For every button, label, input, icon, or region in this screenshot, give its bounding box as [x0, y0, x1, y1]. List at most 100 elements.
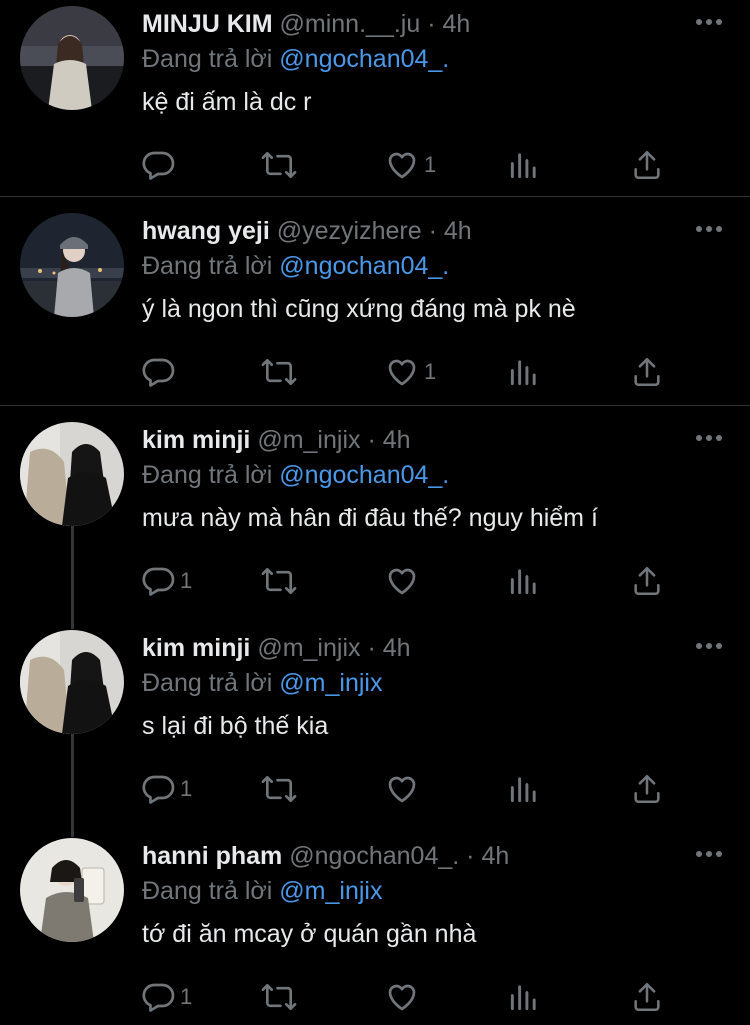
retweet-button[interactable] — [260, 769, 298, 809]
display-name[interactable]: MINJU KIM — [142, 10, 273, 38]
reply-button[interactable]: 1 — [140, 561, 192, 601]
display-name[interactable]: hwang yeji — [142, 217, 270, 245]
views-button[interactable] — [508, 352, 540, 392]
tweet[interactable]: hanni pham @ngochan04_. · 4h Đang trả lờ… — [0, 832, 750, 1025]
like-icon — [384, 563, 420, 599]
handle[interactable]: @minn.__.ju — [280, 10, 421, 38]
tweet[interactable]: kim minji @m_injix · 4h Đang trả lời @ng… — [0, 416, 750, 624]
reply-icon — [140, 147, 176, 183]
views-icon — [508, 771, 540, 807]
retweet-button[interactable] — [260, 977, 298, 1017]
retweet-icon — [260, 147, 298, 183]
reply-button[interactable]: 1 — [140, 977, 192, 1017]
like-button[interactable]: 1 — [384, 352, 436, 392]
tweet-text: kệ đi ấm là dc r — [142, 88, 312, 116]
views-icon — [508, 147, 540, 183]
mention-link[interactable]: @ngochan04_. — [279, 461, 449, 489]
timestamp[interactable]: 4h — [383, 634, 411, 662]
like-count: 1 — [424, 152, 437, 177]
handle[interactable]: @m_injix — [257, 634, 360, 662]
display-name[interactable]: kim minji — [142, 634, 250, 662]
avatar[interactable] — [20, 630, 124, 734]
handle[interactable]: @yezyizhere — [277, 217, 422, 245]
tweet-actions: 1 — [140, 769, 680, 809]
mention-link[interactable]: @ngochan04_. — [279, 45, 449, 73]
tweet-text: mưa này mà hân đi đâu thế? nguy hiểm í — [142, 504, 598, 532]
replying-to-label: Đang trả lời — [142, 461, 273, 489]
share-button[interactable] — [630, 145, 664, 185]
like-button[interactable] — [384, 977, 424, 1017]
avatar[interactable] — [20, 213, 124, 317]
retweet-button[interactable] — [260, 561, 298, 601]
views-icon — [508, 354, 540, 390]
like-icon — [384, 147, 420, 183]
tweet-actions: 1 — [140, 561, 680, 601]
views-button[interactable] — [508, 769, 540, 809]
timestamp[interactable]: 4h — [442, 10, 470, 38]
timestamp[interactable]: 4h — [444, 217, 472, 245]
share-button[interactable] — [630, 561, 664, 601]
reply-count: 1 — [180, 776, 193, 801]
retweet-icon — [260, 771, 298, 807]
handle[interactable]: @ngochan04_. — [289, 842, 459, 870]
avatar[interactable] — [20, 838, 124, 942]
views-icon — [508, 563, 540, 599]
share-icon — [630, 354, 664, 390]
display-name[interactable]: hanni pham — [142, 842, 282, 870]
timestamp[interactable]: 4h — [383, 426, 411, 454]
tweet[interactable]: kim minji @m_injix · 4h Đang trả lời @m_… — [0, 624, 750, 832]
more-icon[interactable] — [694, 10, 724, 34]
more-icon[interactable] — [694, 217, 724, 241]
share-button[interactable] — [630, 352, 664, 392]
more-icon[interactable] — [694, 634, 724, 658]
tweet[interactable]: MINJU KIM @minn.__.ju · 4h Đang trả lời … — [0, 0, 750, 196]
reply-button[interactable] — [140, 352, 180, 392]
tweet-text: s lại đi bộ thế kia — [142, 712, 329, 740]
tweet-text: tớ đi ăn mcay ở quán gần nhà — [142, 920, 477, 948]
reply-icon — [140, 979, 176, 1015]
tweet-actions: 1 — [140, 145, 680, 185]
views-button[interactable] — [508, 561, 540, 601]
tweet-text: ý là ngon thì cũng xứng đáng mà pk nè — [142, 295, 576, 323]
divider — [0, 196, 750, 197]
retweet-button[interactable] — [260, 352, 298, 392]
reply-count: 1 — [180, 984, 193, 1009]
avatar[interactable] — [20, 422, 124, 526]
divider — [0, 405, 750, 406]
like-button[interactable]: 1 — [384, 145, 436, 185]
mention-link[interactable]: @ngochan04_. — [279, 252, 449, 280]
separator-dot: · — [466, 842, 475, 870]
reply-icon — [140, 563, 176, 599]
views-button[interactable] — [508, 977, 540, 1017]
tweet-actions: 1 — [140, 352, 680, 392]
reply-icon — [140, 771, 176, 807]
mention-link[interactable]: @m_injix — [279, 669, 382, 697]
more-icon[interactable] — [694, 842, 724, 866]
views-button[interactable] — [508, 145, 540, 185]
reply-button[interactable]: 1 — [140, 769, 192, 809]
tweet-header: hanni pham @ngochan04_. · 4h — [142, 840, 509, 872]
views-icon — [508, 979, 540, 1015]
share-icon — [630, 563, 664, 599]
replying-to-label: Đang trả lời — [142, 877, 273, 905]
share-icon — [630, 147, 664, 183]
reply-button[interactable] — [140, 145, 180, 185]
like-button[interactable] — [384, 769, 424, 809]
share-button[interactable] — [630, 769, 664, 809]
replying-to-label: Đang trả lời — [142, 45, 273, 73]
display-name[interactable]: kim minji — [142, 426, 250, 454]
mention-link[interactable]: @m_injix — [279, 877, 382, 905]
retweet-button[interactable] — [260, 145, 298, 185]
tweet-actions: 1 — [140, 977, 680, 1017]
more-icon[interactable] — [694, 426, 724, 450]
retweet-icon — [260, 563, 298, 599]
like-button[interactable] — [384, 561, 424, 601]
tweet[interactable]: hwang yeji @yezyizhere · 4h Đang trả lời… — [0, 207, 750, 405]
share-button[interactable] — [630, 977, 664, 1017]
tweet-header: hwang yeji @yezyizhere · 4h — [142, 215, 472, 247]
retweet-icon — [260, 354, 298, 390]
timestamp[interactable]: 4h — [481, 842, 509, 870]
avatar[interactable] — [20, 6, 124, 110]
replying-to: Đang trả lời @ngochan04_. — [142, 249, 449, 283]
handle[interactable]: @m_injix — [257, 426, 360, 454]
